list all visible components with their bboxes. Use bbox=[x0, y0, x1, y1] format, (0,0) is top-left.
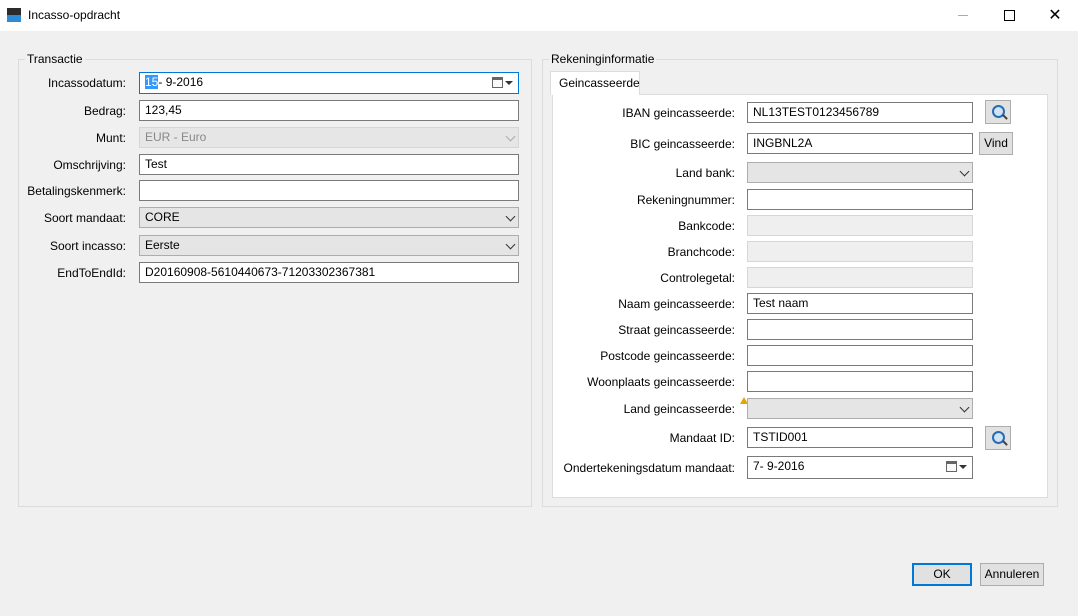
chevron-down-icon bbox=[505, 211, 516, 222]
straat-label: Straat geincasseerde: bbox=[618, 323, 735, 337]
rekeninginformatie-group-title: Rekeninginformatie bbox=[549, 52, 657, 66]
rekeningnummer-label: Rekeningnummer: bbox=[636, 193, 735, 207]
tab-geincasseerde[interactable]: Geincasseerde bbox=[550, 71, 640, 95]
search-icon-handle bbox=[1002, 114, 1008, 120]
omschrijving-label: Omschrijving: bbox=[53, 158, 126, 172]
window-title: Incasso-opdracht bbox=[28, 8, 121, 22]
ondertekeningsdatum-value: 7- 9-2016 bbox=[753, 459, 805, 473]
land-geincasseerde-select[interactable] bbox=[747, 398, 973, 419]
rekeningnummer-input[interactable] bbox=[747, 189, 973, 210]
bankcode-input bbox=[747, 215, 973, 236]
munt-value: EUR - Euro bbox=[145, 130, 207, 144]
land-bank-select[interactable] bbox=[747, 162, 973, 183]
title-bar: Incasso-opdracht ✕ bbox=[0, 0, 1078, 31]
postcode-input[interactable] bbox=[747, 345, 973, 366]
land-geincasseerde-label: Land geincasseerde: bbox=[623, 402, 735, 416]
minimize-button[interactable] bbox=[940, 0, 986, 31]
dropdown-arrow-icon bbox=[505, 81, 513, 85]
ondertekeningsdatum-datepicker[interactable]: 7- 9-2016 bbox=[747, 456, 973, 479]
calendar-dropdown-button[interactable] bbox=[492, 76, 514, 90]
calendar-icon bbox=[492, 77, 503, 88]
controlegetal-input bbox=[747, 267, 973, 288]
mandaat-id-label: Mandaat ID: bbox=[669, 431, 735, 445]
chevron-down-icon bbox=[505, 239, 516, 250]
munt-label: Munt: bbox=[95, 131, 126, 145]
minimize-icon bbox=[958, 15, 968, 16]
soort-mandaat-label: Soort mandaat: bbox=[43, 211, 126, 225]
chevron-down-icon bbox=[959, 402, 970, 413]
maximize-button[interactable] bbox=[986, 0, 1032, 31]
omschrijving-input[interactable]: Test bbox=[139, 154, 519, 175]
munt-select[interactable]: EUR - Euro bbox=[139, 127, 519, 148]
bedrag-input[interactable]: 123,45 bbox=[139, 100, 519, 121]
incassodatum-label: Incassodatum: bbox=[47, 76, 126, 90]
soort-incasso-label: Soort incasso: bbox=[49, 239, 126, 253]
endtoendid-label: EndToEndId: bbox=[57, 266, 126, 280]
woonplaats-input[interactable] bbox=[747, 371, 973, 392]
controlegetal-label: Controlegetal: bbox=[660, 271, 735, 285]
transactie-group-title: Transactie bbox=[25, 52, 85, 66]
endtoendid-input[interactable]: D20160908-5610440673-71203302367381 bbox=[139, 262, 519, 283]
incassodatum-rest: - 9-2016 bbox=[158, 75, 204, 89]
bic-label: BIC geincasseerde: bbox=[630, 137, 735, 151]
soort-mandaat-select[interactable]: CORE bbox=[139, 207, 519, 228]
vind-button[interactable]: Vind bbox=[979, 132, 1013, 155]
branchcode-label: Branchcode: bbox=[667, 245, 735, 259]
bic-input[interactable]: INGBNL2A bbox=[747, 133, 973, 154]
ondertekeningsdatum-label: Ondertekeningsdatum mandaat: bbox=[563, 461, 735, 475]
iban-input[interactable]: NL13TEST0123456789 bbox=[747, 102, 973, 123]
incassodatum-datepicker[interactable]: 15- 9-2016 bbox=[139, 72, 519, 94]
naam-label: Naam geincasseerde: bbox=[618, 297, 735, 311]
straat-input[interactable] bbox=[747, 319, 973, 340]
iban-label: IBAN geincasseerde: bbox=[622, 106, 735, 120]
betalingskenmerk-input[interactable] bbox=[139, 180, 519, 201]
chevron-down-icon bbox=[959, 166, 970, 177]
naam-input[interactable]: Test naam bbox=[747, 293, 973, 314]
close-icon: ✕ bbox=[1048, 6, 1062, 24]
soort-mandaat-value: CORE bbox=[145, 210, 180, 224]
postcode-label: Postcode geincasseerde: bbox=[600, 349, 735, 363]
land-bank-label: Land bank: bbox=[675, 166, 735, 180]
bedrag-label: Bedrag: bbox=[83, 104, 126, 118]
branchcode-input bbox=[747, 241, 973, 262]
soort-incasso-value: Eerste bbox=[145, 238, 180, 252]
ok-button[interactable]: OK bbox=[912, 563, 972, 586]
iban-search-button[interactable] bbox=[985, 100, 1011, 124]
dropdown-arrow-icon bbox=[959, 465, 967, 469]
soort-incasso-select[interactable]: Eerste bbox=[139, 235, 519, 256]
calendar-icon bbox=[946, 461, 957, 472]
search-icon-handle bbox=[1002, 440, 1008, 446]
maximize-icon bbox=[1003, 10, 1015, 21]
incassodatum-day: 15 bbox=[145, 75, 159, 89]
mandaat-id-input[interactable]: TSTID001 bbox=[747, 427, 973, 448]
woonplaats-label: Woonplaats geincasseerde: bbox=[587, 375, 735, 389]
mandaat-search-button[interactable] bbox=[985, 426, 1011, 450]
betalingskenmerk-label: Betalingskenmerk: bbox=[27, 184, 126, 198]
annuleren-button[interactable]: Annuleren bbox=[980, 563, 1044, 586]
chevron-down-icon bbox=[505, 131, 516, 142]
app-icon bbox=[7, 8, 21, 22]
close-button[interactable]: ✕ bbox=[1032, 0, 1078, 31]
calendar-dropdown-button[interactable] bbox=[946, 460, 968, 474]
bankcode-label: Bankcode: bbox=[678, 219, 735, 233]
